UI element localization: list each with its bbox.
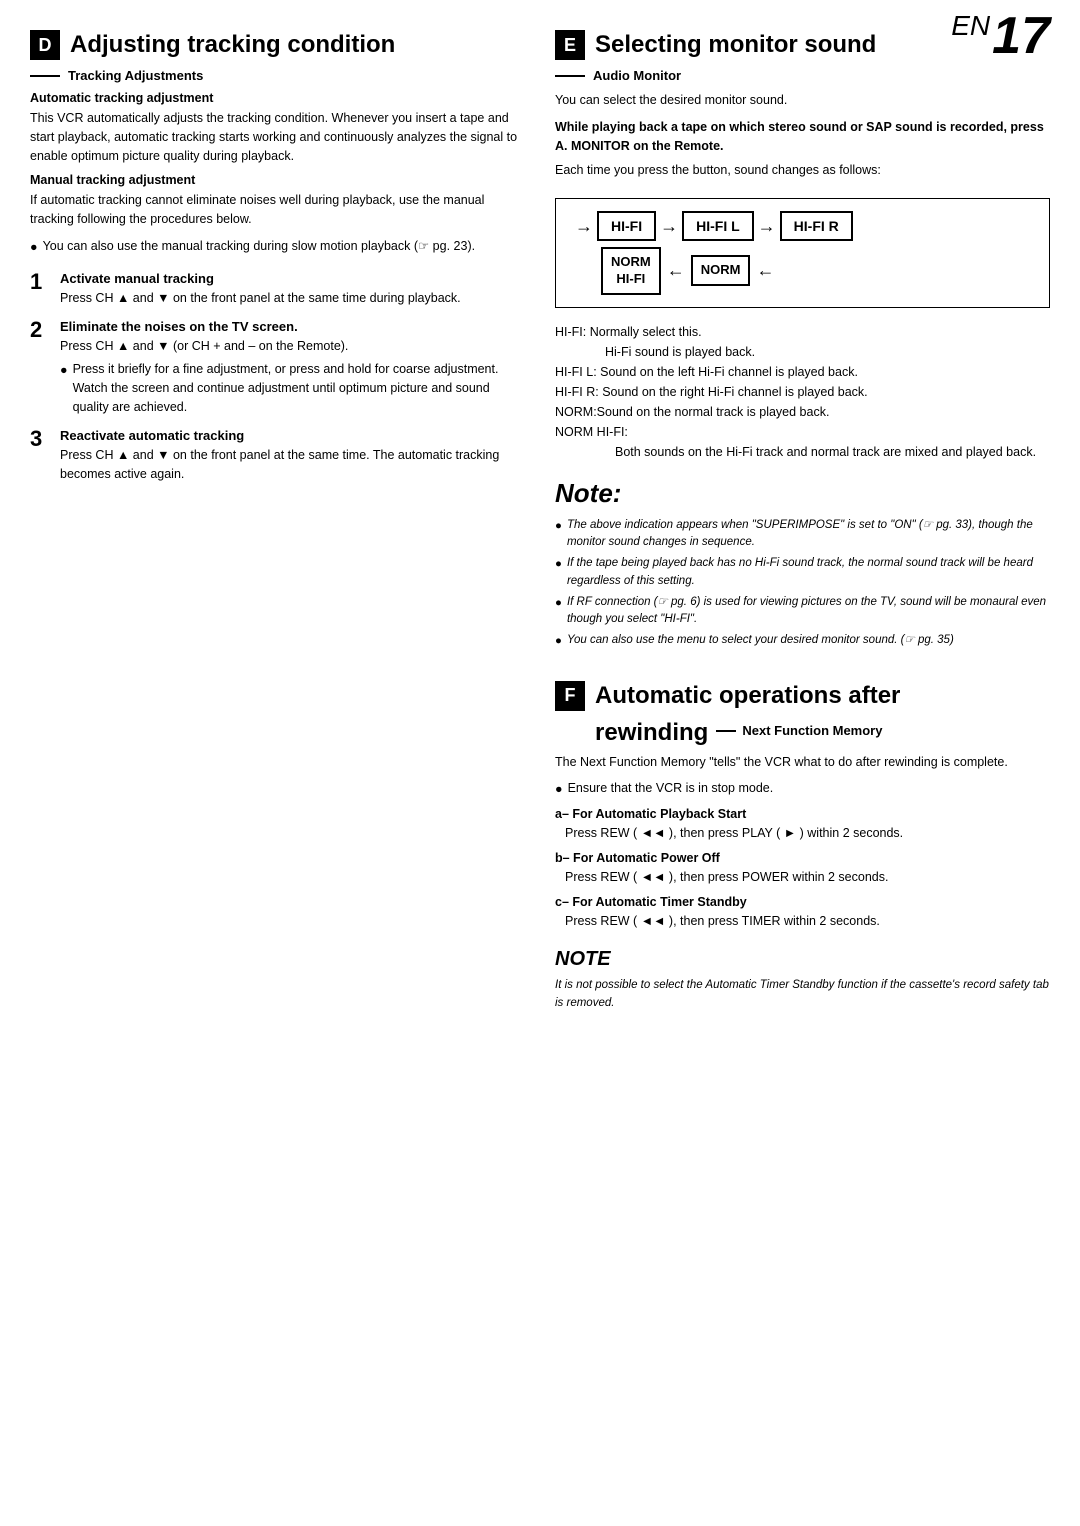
rewinding-sub: Next Function Memory	[716, 723, 882, 738]
hifi-descriptions: HI-FI: Normally select this. Hi-Fi sound…	[555, 322, 1050, 462]
note-e-3: ● If RF connection (☞ pg. 6) is used for…	[555, 594, 1050, 629]
auto-tracking-body: This VCR automatically adjusts the track…	[30, 109, 525, 165]
sub-b-heading: b– For Automatic Power Off	[555, 851, 1050, 865]
arrow-right-1: →	[575, 216, 593, 237]
section-e-title: Selecting monitor sound	[595, 31, 876, 59]
section-f: F Automatic operations after rewinding N…	[555, 681, 1050, 1012]
manual-tracking-heading: Manual tracking adjustment	[30, 173, 525, 187]
step-2-bullet1-text: Press it briefly for a fine adjustment, …	[73, 360, 525, 416]
sub-c-heading: c– For Automatic Timer Standby	[555, 895, 1050, 909]
hifi-diagram: → HI-FI → HI-FI L → HI-FI R NORM HI-FI ←…	[555, 198, 1050, 308]
bullet-dot-2: ●	[60, 361, 68, 416]
step-1: 1 Activate manual tracking Press CH ▲ an…	[30, 271, 525, 308]
sub-c-body: Press REW ( ◄◄ ), then press TIMER withi…	[555, 912, 1050, 931]
section-d-title: Adjusting tracking condition	[70, 31, 395, 59]
section-e-each-time: Each time you press the button, sound ch…	[555, 161, 1050, 180]
audio-monitor-label: Audio Monitor	[593, 68, 681, 83]
hifi-box: HI-FI	[597, 211, 656, 241]
desc-hifi2: Hi-Fi sound is played back.	[555, 342, 1050, 362]
section-e-intro: You can select the desired monitor sound…	[555, 91, 1050, 110]
step-2: 2 Eliminate the noises on the TV screen.…	[30, 319, 525, 416]
desc-norm-hifi: NORM HI-FI:	[555, 422, 1050, 442]
section-d: D Adjusting tracking condition Tracking …	[30, 30, 525, 651]
step-2-body: Press CH ▲ and ▼ (or CH + and – on the R…	[60, 337, 525, 356]
rewinding-sub-bar	[716, 730, 736, 732]
auto-tracking-heading: Automatic tracking adjustment	[30, 91, 525, 105]
norm-label: NORM	[611, 254, 651, 269]
hifi-bottom-label: HI-FI	[616, 271, 645, 286]
section-d-letter: D	[30, 30, 60, 60]
hifi-bottom-row: NORM HI-FI ← NORM ←	[571, 247, 1034, 295]
step-2-title: Eliminate the noises on the TV screen.	[60, 319, 525, 334]
section-e-bold-para: While playing back a tape on which stere…	[555, 118, 1050, 156]
section-f-title: Automatic operations after	[595, 682, 900, 710]
arrow-left-2: ←	[756, 260, 774, 281]
page: EN17 D Adjusting tracking condition Trac…	[0, 0, 1080, 1526]
step-1-number: 1	[30, 271, 50, 293]
note-title-e: Note:	[555, 478, 1050, 509]
arrow-left-1: ←	[667, 260, 685, 281]
rewinding-label: rewinding	[595, 719, 708, 747]
hifi-r-box: HI-FI R	[780, 211, 853, 241]
step-1-content: Activate manual tracking Press CH ▲ and …	[60, 271, 525, 308]
section-e-letter: E	[555, 30, 585, 60]
desc-hifi-l: HI-FI L: Sound on the left Hi-Fi channel…	[555, 362, 1050, 382]
note-e-4: ● You can also use the menu to select yo…	[555, 632, 1050, 650]
note-e-1: ● The above indication appears when "SUP…	[555, 517, 1050, 552]
hifi-flow-top: → HI-FI → HI-FI L → HI-FI R	[571, 211, 1034, 241]
bottom-note-text: It is not possible to select the Automat…	[555, 977, 1050, 1012]
norm-hifi-box: NORM HI-FI	[601, 247, 661, 295]
manual-tracking-body: If automatic tracking cannot eliminate n…	[30, 191, 525, 229]
step-3-number: 3	[30, 428, 50, 450]
step-2-content: Eliminate the noises on the TV screen. P…	[60, 319, 525, 416]
bottom-note-section: NOTE It is not possible to select the Au…	[555, 948, 1050, 1012]
step-2-bullet1: ● Press it briefly for a fine adjustment…	[60, 360, 525, 416]
en-prefix: EN	[951, 10, 990, 41]
bottom-left	[30, 681, 525, 1012]
section-f-ensure: ● Ensure that the VCR is in stop mode.	[555, 779, 1050, 799]
step-1-title: Activate manual tracking	[60, 271, 525, 286]
note-section-e: Note: ● The above indication appears whe…	[555, 478, 1050, 651]
bullet-dot-1: ●	[30, 238, 38, 257]
section-d-subsection: Tracking Adjustments	[30, 68, 525, 83]
sub-b-body: Press REW ( ◄◄ ), then press POWER withi…	[555, 868, 1050, 887]
audio-monitor-bar	[555, 75, 585, 77]
step-3-title: Reactivate automatic tracking	[60, 428, 525, 443]
norm2-box: NORM	[691, 255, 751, 286]
section-f-rewinding-row: rewinding Next Function Memory	[595, 719, 1050, 747]
section-f-header: F Automatic operations after	[555, 681, 1050, 711]
section-f-intro: The Next Function Memory "tells" the VCR…	[555, 753, 1050, 772]
subsection-bar	[30, 75, 60, 77]
page-number: EN17	[951, 10, 1050, 62]
desc-norm: NORM:Sound on the normal track is played…	[555, 402, 1050, 422]
arrow-right-3: →	[758, 216, 776, 237]
note-e-2: ● If the tape being played back has no H…	[555, 555, 1050, 590]
sub-a-heading: a– For Automatic Playback Start	[555, 807, 1050, 821]
section-f-letter: F	[555, 681, 585, 711]
step-3: 3 Reactivate automatic tracking Press CH…	[30, 428, 525, 484]
next-function-memory-label: Next Function Memory	[742, 723, 882, 738]
section-e-subsection: Audio Monitor	[555, 68, 1050, 83]
section-d-header: D Adjusting tracking condition	[30, 30, 525, 60]
desc-norm-hifi2: Both sounds on the Hi-Fi track and norma…	[555, 442, 1050, 462]
step-2-number: 2	[30, 319, 50, 341]
bottom-row: F Automatic operations after rewinding N…	[30, 681, 1050, 1012]
hifi-l-box: HI-FI L	[682, 211, 754, 241]
step-1-body: Press CH ▲ and ▼ on the front panel at t…	[60, 289, 525, 308]
desc-hifi: HI-FI: Normally select this.	[555, 322, 1050, 342]
step-3-body: Press CH ▲ and ▼ on the front panel at t…	[60, 446, 525, 484]
step-3-content: Reactivate automatic tracking Press CH ▲…	[60, 428, 525, 484]
bottom-note-title: NOTE	[555, 948, 1050, 971]
manual-bullet1: ● You can also use the manual tracking d…	[30, 237, 525, 257]
sub-a-body: Press REW ( ◄◄ ), then press PLAY ( ► ) …	[555, 824, 1050, 843]
arrow-right-2: →	[660, 216, 678, 237]
desc-hifi-r: HI-FI R: Sound on the right Hi-Fi channe…	[555, 382, 1050, 402]
col-right: E Selecting monitor sound Audio Monitor …	[555, 30, 1050, 651]
tracking-adjustments-label: Tracking Adjustments	[68, 68, 203, 83]
manual-bullet1-text: You can also use the manual tracking dur…	[43, 237, 476, 257]
